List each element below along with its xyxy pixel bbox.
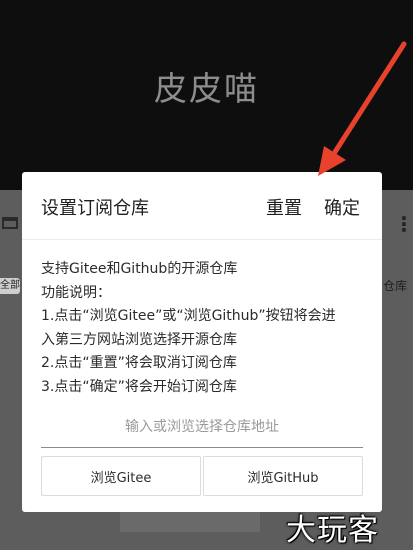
app-title: 皮皮喵	[154, 69, 259, 108]
browse-button-row: 浏览Gitee 浏览GitHub	[41, 456, 363, 496]
watermark-logo: 大玩客	[286, 513, 379, 548]
description-line: 入第三方网站浏览选择开源仓库	[41, 331, 237, 348]
browse-github-button[interactable]: 浏览GitHub	[203, 456, 363, 496]
more-icon[interactable]: ⋮	[394, 212, 413, 236]
browse-gitee-button[interactable]: 浏览Gitee	[41, 456, 201, 496]
confirm-button[interactable]: 确定	[324, 194, 360, 220]
description-line: 3.点击“确定”将会开始订阅仓库	[41, 378, 237, 395]
repo-url-input[interactable]	[41, 406, 363, 447]
description-line: 功能说明：	[41, 284, 111, 301]
subscribe-repo-dialog: 设置订阅仓库 重置 确定 支持Gitee和Github的开源仓库 功能说明： 1…	[22, 172, 382, 512]
filter-chip[interactable]: 全部	[0, 278, 20, 294]
dialog-title: 设置订阅仓库	[41, 198, 149, 219]
description-line: 2.点击“重置”将会取消订阅仓库	[41, 355, 237, 371]
description-line: 1.点击“浏览Gitee”或“浏览Github”按钮将会进	[41, 308, 336, 324]
background-label: 仓库	[383, 279, 408, 293]
background-strip	[120, 512, 260, 532]
dialog-header: 设置订阅仓库 重置 确定	[22, 172, 382, 240]
app-header: 皮皮喵	[0, 0, 413, 190]
dialog-description: 支持Gitee和Github的开源仓库 功能说明： 1.点击“浏览Gitee”或…	[41, 258, 371, 399]
reset-button[interactable]: 重置	[266, 194, 302, 220]
store-icon[interactable]	[0, 215, 22, 233]
description-line: 支持Gitee和Github的开源仓库	[41, 261, 238, 277]
repo-url-field-wrapper	[41, 406, 363, 448]
